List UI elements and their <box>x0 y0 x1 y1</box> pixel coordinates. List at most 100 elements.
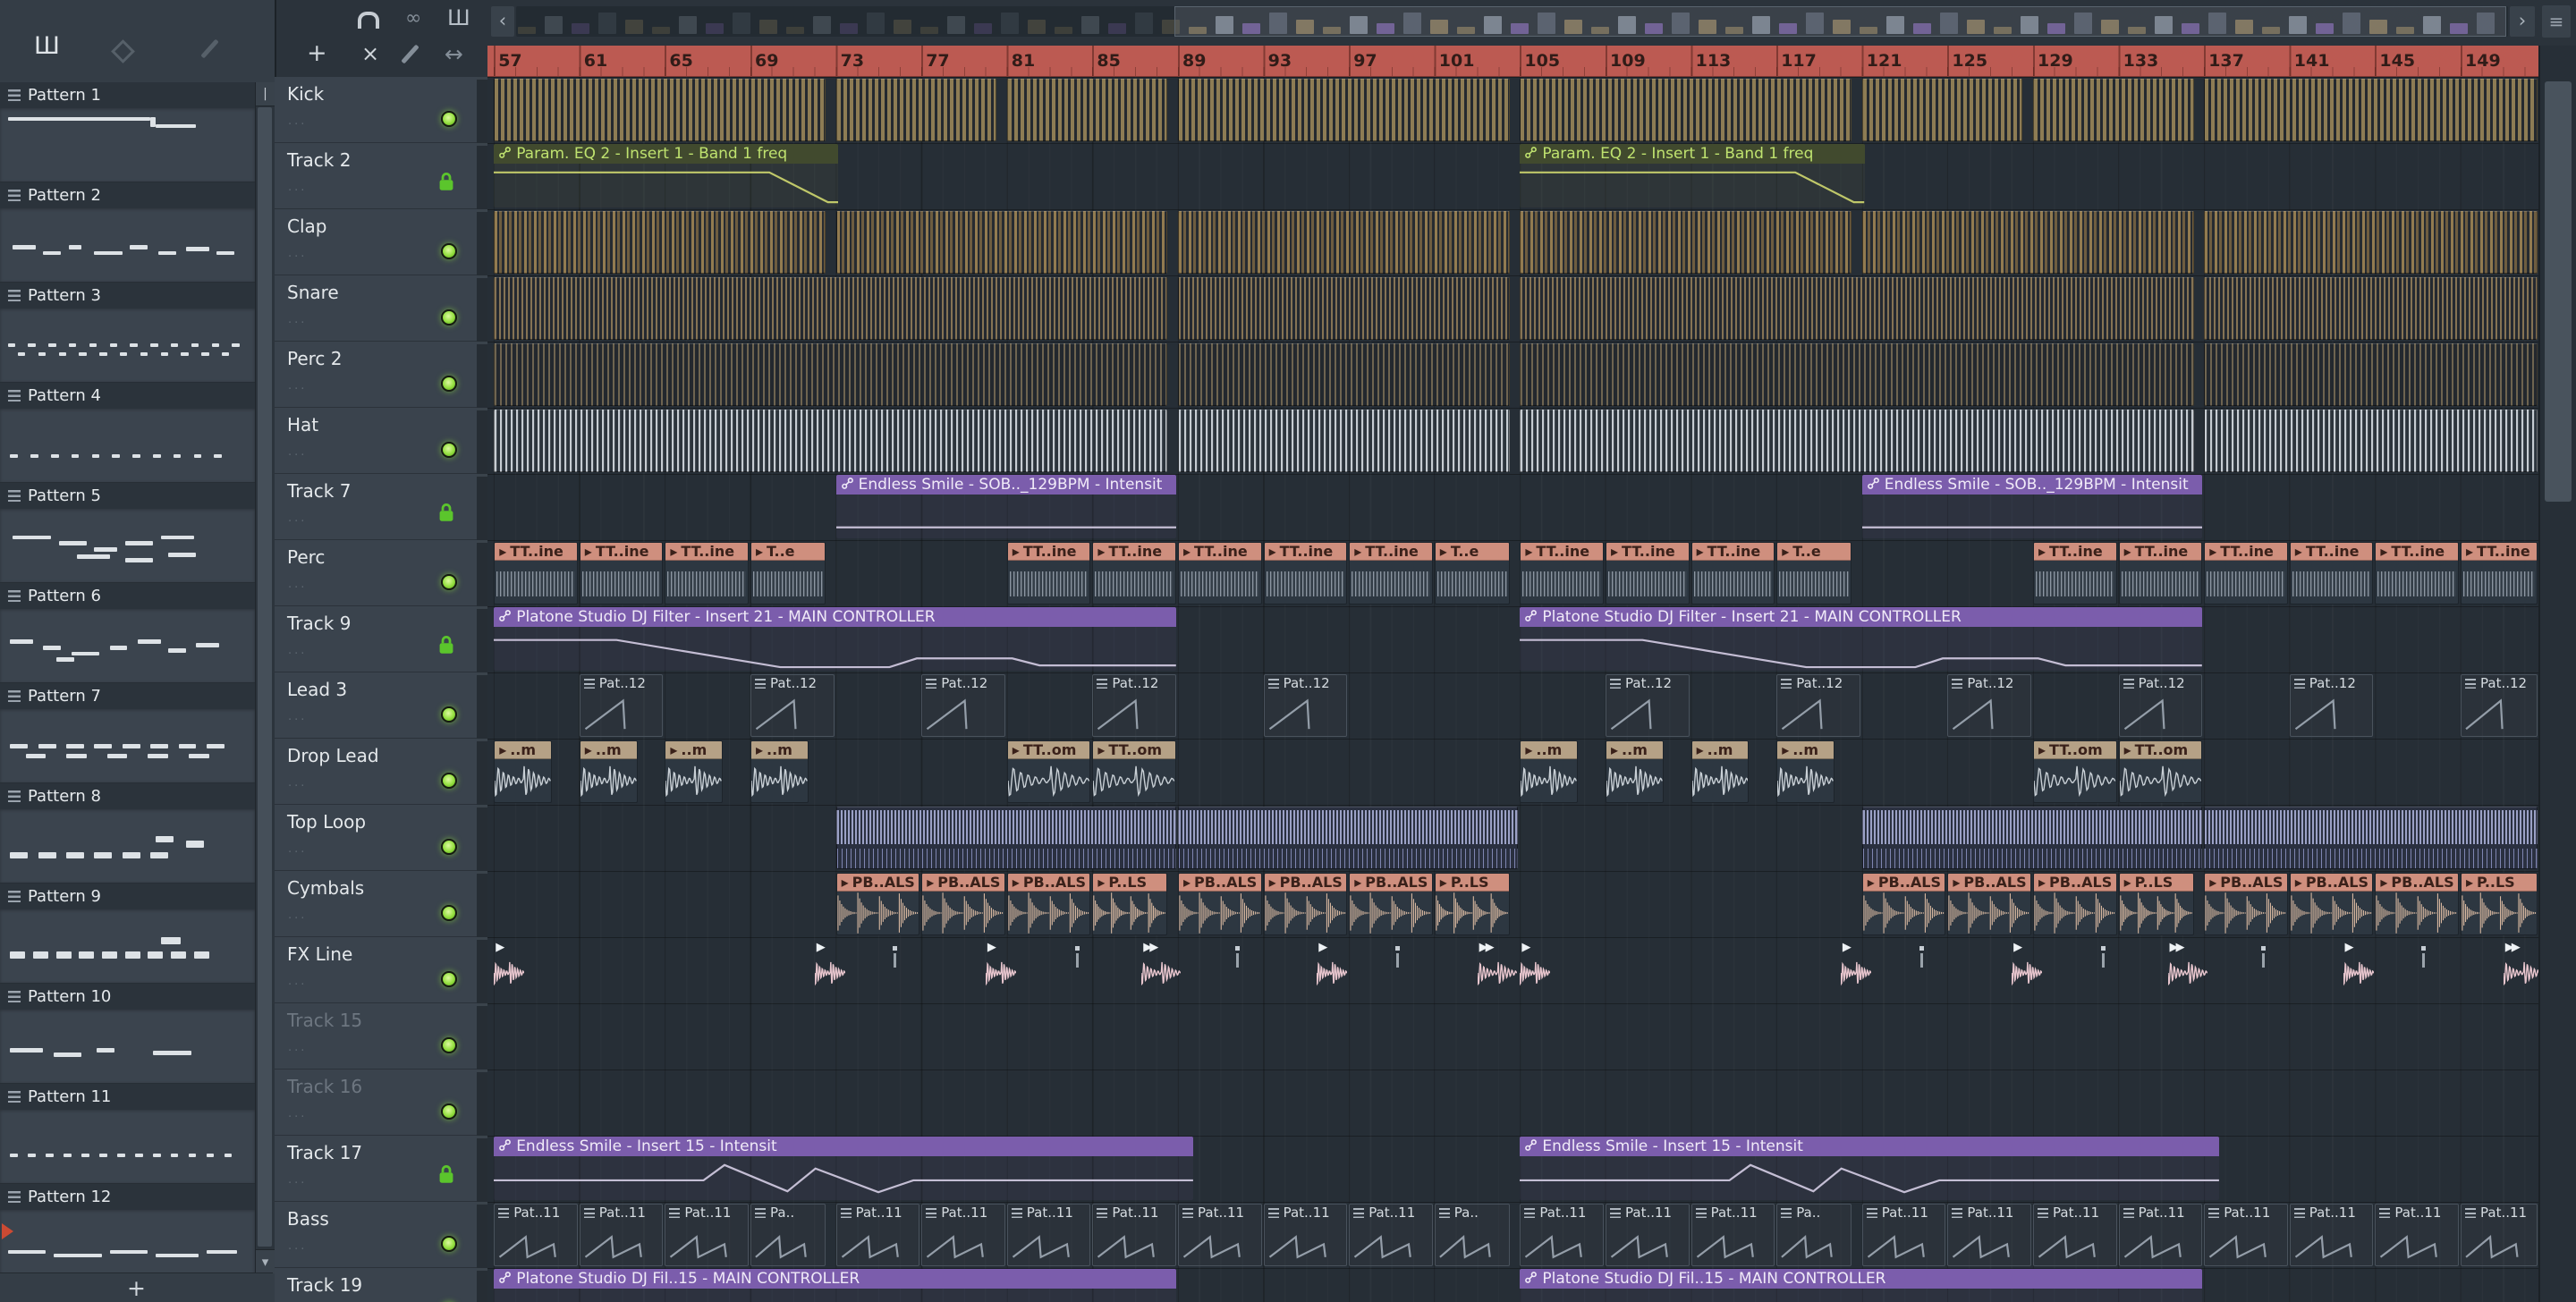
clip-pattern[interactable]: Pat..12 <box>2461 674 2538 737</box>
overview-scrollbar-thumb[interactable] <box>1174 6 2506 37</box>
clip-waveform[interactable] <box>835 79 997 141</box>
clip-audio[interactable]: ▸ TT..ine <box>2289 542 2374 604</box>
clip-pattern[interactable]: Pa.. <box>1776 1204 1852 1266</box>
clip-pattern[interactable]: Pat..11 <box>2204 1204 2288 1266</box>
clip-audio[interactable]: ▸ TT..ine <box>579 542 664 604</box>
clip-pattern[interactable]: Pat..11 <box>835 1204 920 1266</box>
clip-automation[interactable]: Endless Smile - Insert 15 - Intensit <box>494 1137 1194 1200</box>
clip-fx[interactable]: ▶ <box>815 941 845 996</box>
timeline-ruler[interactable]: 57 61 65 69 73 77 81 85 89 93 97 101 105 109 113 117 121… <box>487 46 2538 77</box>
add-pattern-button[interactable]: + <box>127 1277 146 1299</box>
clip-audio[interactable]: ▸ PB..ALS <box>2289 873 2374 935</box>
playlist-grid[interactable]: Param. EQ 2 - Insert 1 - Band 1 freq Para… <box>487 77 2538 1302</box>
link-icon[interactable]: ∞ <box>405 7 421 30</box>
clip-waveform[interactable] <box>1178 277 1510 340</box>
clip-pattern[interactable]: Pat..11 <box>1178 1204 1262 1266</box>
clip-waveform[interactable] <box>494 211 826 274</box>
clip-waveform[interactable] <box>2204 343 2538 406</box>
track-options-dots[interactable]: ... <box>288 975 307 988</box>
track-header[interactable]: Hat... <box>275 408 477 474</box>
clip-pattern[interactable]: Pat..11 <box>1092 1204 1176 1266</box>
clip-pattern[interactable]: Pat..12 <box>921 674 1005 737</box>
clip-pattern[interactable]: Pat..12 <box>1947 674 2031 737</box>
clip-audio[interactable]: ▸ TT..ine <box>2033 542 2117 604</box>
track-options-dots[interactable]: ... <box>288 181 307 194</box>
track-options-dots[interactable]: ... <box>288 313 307 326</box>
playlist-vertical-scrollbar[interactable] <box>2538 46 2576 1302</box>
clip-pattern[interactable]: Pat..11 <box>494 1204 578 1266</box>
clip-pattern[interactable]: Pat..11 <box>1690 1204 1775 1266</box>
clip-pattern[interactable]: Pat..11 <box>2289 1204 2374 1266</box>
track-header[interactable]: Track 17... <box>275 1136 477 1202</box>
clip-waveform[interactable] <box>1178 807 1519 869</box>
clip-waveform[interactable] <box>1006 79 1168 141</box>
clip-audio[interactable]: ▸ TT..om <box>1006 740 1091 803</box>
clip-fx[interactable] <box>1232 943 1242 996</box>
clip-waveform[interactable] <box>2204 410 2538 472</box>
track-options-dots[interactable]: ... <box>288 710 307 723</box>
clip-audio[interactable]: ▸ TT..ine <box>1520 542 1604 604</box>
clip-pattern[interactable]: Pat..11 <box>1606 1204 1690 1266</box>
clip-pattern[interactable]: Pat..12 <box>2289 674 2374 737</box>
track-led[interactable] <box>441 574 457 590</box>
clip-audio[interactable]: ▸ PB..ALS <box>1263 873 1348 935</box>
track-options-dots[interactable]: ... <box>288 644 307 657</box>
snap-magnet-icon[interactable] <box>358 12 379 29</box>
pattern-window-icon[interactable]: Ш <box>34 32 60 60</box>
add-icon[interactable]: + <box>307 39 327 67</box>
clip-fx[interactable] <box>889 943 900 996</box>
track-header[interactable]: Track 7... <box>275 474 477 540</box>
track-header[interactable]: Track 15... <box>275 1003 477 1070</box>
clip-audio[interactable]: ▸ PB..ALS <box>921 873 1005 935</box>
clip-audio[interactable]: ▸ ..m <box>1606 740 1664 803</box>
clip-audio[interactable]: ▸ ..m <box>579 740 638 803</box>
track-header[interactable]: Perc... <box>275 540 477 606</box>
track-led[interactable] <box>441 706 457 723</box>
track-led[interactable] <box>441 309 457 326</box>
track-lock-icon[interactable] <box>436 1163 458 1187</box>
clip-audio[interactable]: ▸ P..LS <box>1434 873 1510 935</box>
clip-pattern[interactable]: Pat..11 <box>1006 1204 1091 1266</box>
clip-waveform[interactable] <box>1861 79 2023 141</box>
clip-audio[interactable]: ▸ ..m <box>1690 740 1750 803</box>
track-led[interactable] <box>441 376 457 392</box>
scrollbar-thumb[interactable] <box>258 107 272 1247</box>
clip-pattern[interactable]: Pat..11 <box>1520 1204 1604 1266</box>
clip-audio[interactable]: ▸ ..m <box>494 740 553 803</box>
tool-diamond-icon[interactable] <box>111 39 135 63</box>
clip-automation[interactable]: Endless Smile - Insert 15 - Intensit <box>1520 1137 2220 1200</box>
clip-waveform[interactable] <box>2033 79 2194 141</box>
clip-automation[interactable]: Param. EQ 2 - Insert 1 - Band 1 freq <box>494 144 839 207</box>
scroll-left-button[interactable]: ‹ <box>491 6 514 37</box>
pattern-item[interactable]: Pattern 4 <box>0 383 255 483</box>
clip-waveform[interactable] <box>494 79 826 141</box>
clip-fx[interactable] <box>2097 943 2108 996</box>
track-options-dots[interactable]: ... <box>288 776 307 790</box>
track-header[interactable]: Track 19... <box>275 1268 477 1302</box>
track-header[interactable]: Cymbals... <box>275 871 477 937</box>
pattern-list-scrollbar[interactable]: | ▾ <box>255 82 275 1273</box>
clip-audio[interactable]: ▸ PB..ALS <box>835 873 920 935</box>
pattern-item[interactable]: Pattern 1 <box>0 82 255 182</box>
clip-pattern[interactable]: Pat..11 <box>1947 1204 2031 1266</box>
track-options-dots[interactable]: ... <box>288 379 307 393</box>
clip-waveform[interactable] <box>1178 79 1510 141</box>
clip-audio[interactable]: ▸ TT..ine <box>665 542 749 604</box>
track-header[interactable]: Clap... <box>275 209 477 275</box>
clip-audio[interactable]: ▸ T..e <box>750 542 826 604</box>
clip-audio[interactable]: ▸ ..m <box>1520 740 1579 803</box>
clip-automation[interactable]: Endless Smile - SOB.._129BPM - Intensit <box>1861 475 2203 538</box>
playlist-menu-icon[interactable]: ≡ <box>2542 5 2571 38</box>
clip-audio[interactable]: ▸ PB..ALS <box>2375 873 2459 935</box>
track-options-dots[interactable]: ... <box>288 1239 307 1253</box>
clip-waveform[interactable] <box>2204 277 2538 340</box>
clip-pattern[interactable]: Pat..12 <box>1606 674 1690 737</box>
clip-audio[interactable]: ▸ PB..ALS <box>2204 873 2288 935</box>
track-options-dots[interactable]: ... <box>288 842 307 856</box>
track-header[interactable]: Bass... <box>275 1202 477 1268</box>
clip-audio[interactable]: ▸ ..m <box>1776 740 1835 803</box>
slide-icon[interactable]: ↔ <box>445 41 463 67</box>
track-led[interactable] <box>441 773 457 789</box>
clip-fx[interactable]: ▶ <box>1841 941 1871 996</box>
pattern-item[interactable]: Pattern 10 <box>0 984 255 1084</box>
